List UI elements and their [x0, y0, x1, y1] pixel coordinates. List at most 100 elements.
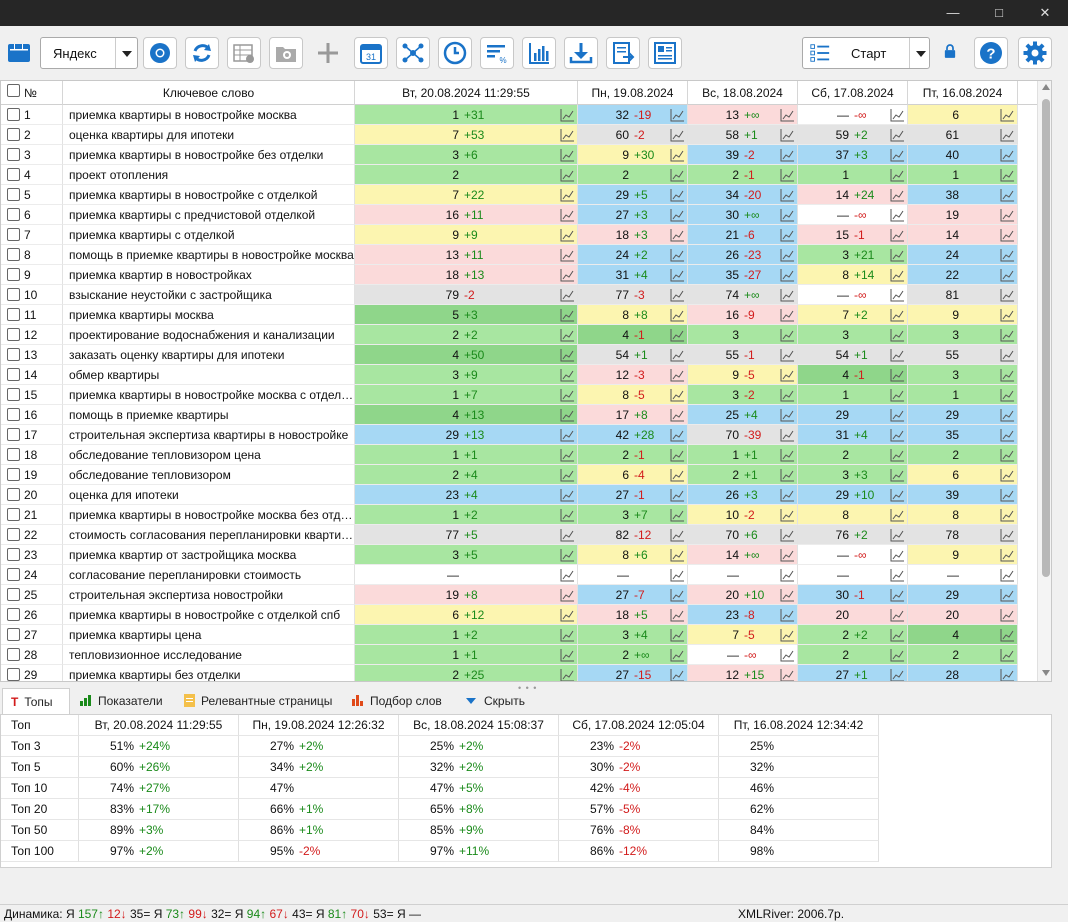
- chart-icon[interactable]: [670, 268, 684, 282]
- position-cell[interactable]: 2 +2: [798, 625, 908, 645]
- position-cell[interactable]: 39: [908, 485, 1018, 505]
- project-menu-icon[interactable]: [2, 37, 36, 69]
- table-row[interactable]: 26 приемка квартиры в новостройке с отдел…: [1, 605, 1018, 625]
- row-checkbox[interactable]: [7, 328, 20, 341]
- position-cell[interactable]: 55: [908, 345, 1018, 365]
- position-cell[interactable]: 35: [908, 425, 1018, 445]
- chart-icon[interactable]: [1000, 448, 1014, 462]
- position-cell[interactable]: 13 +∞: [688, 105, 798, 125]
- position-cell[interactable]: 55 -1: [688, 345, 798, 365]
- chart-icon[interactable]: [890, 368, 904, 382]
- position-cell[interactable]: 77 +5: [355, 525, 578, 545]
- position-cell[interactable]: 27 -7: [578, 585, 688, 605]
- chart-icon[interactable]: [1000, 128, 1014, 142]
- table-row[interactable]: 27 приемка квартиры цена 1 +2 3 +4 7 -5 2 +2 4: [1, 625, 1018, 645]
- position-cell[interactable]: 23 +4: [355, 485, 578, 505]
- chart-icon[interactable]: [890, 228, 904, 242]
- position-cell[interactable]: 3 +3: [798, 465, 908, 485]
- chart-icon[interactable]: [670, 188, 684, 202]
- chart-icon[interactable]: [890, 448, 904, 462]
- chart-icon[interactable]: [780, 108, 794, 122]
- tab-hide[interactable]: Скрыть: [458, 688, 538, 714]
- position-cell[interactable]: 3: [688, 325, 798, 345]
- position-cell[interactable]: 76 +2: [798, 525, 908, 545]
- chart-icon[interactable]: [560, 548, 574, 562]
- help-icon[interactable]: ?: [974, 37, 1008, 69]
- position-cell[interactable]: 32 -19: [578, 105, 688, 125]
- position-cell[interactable]: 4 -1: [798, 365, 908, 385]
- row-checkbox[interactable]: [7, 108, 20, 121]
- row-checkbox[interactable]: [7, 508, 20, 521]
- position-cell[interactable]: 3: [908, 325, 1018, 345]
- chart-icon[interactable]: [1000, 468, 1014, 482]
- table-row[interactable]: 15 приемка квартиры в новостройке москва …: [1, 385, 1018, 405]
- position-cell[interactable]: 12 +15: [688, 665, 798, 681]
- chart-icon[interactable]: [1000, 388, 1014, 402]
- table-row[interactable]: 19 обследование тепловизором 2 +4 6 -4 2 +1 3 +3 6: [1, 465, 1018, 485]
- position-cell[interactable]: 2: [798, 645, 908, 665]
- position-cell[interactable]: 42 +28: [578, 425, 688, 445]
- chart-icon[interactable]: [1000, 348, 1014, 362]
- chart-icon[interactable]: [560, 428, 574, 442]
- chart-icon[interactable]: [780, 308, 794, 322]
- table-row[interactable]: 4 проект отопления 2 2 2 -1 1 1: [1, 165, 1018, 185]
- position-cell[interactable]: 18 +13: [355, 265, 578, 285]
- position-cell[interactable]: 3 +21: [798, 245, 908, 265]
- table-row[interactable]: 29 приемка квартиры без отделки 2 +25 27 -15 1…: [1, 665, 1018, 681]
- chart-icon[interactable]: [780, 168, 794, 182]
- position-cell[interactable]: 1: [798, 385, 908, 405]
- table-row[interactable]: 10 взыскание неустойки с застройщика 79 -2 7…: [1, 285, 1018, 305]
- position-cell[interactable]: 9: [908, 545, 1018, 565]
- chart-icon[interactable]: [1000, 528, 1014, 542]
- row-checkbox[interactable]: [7, 368, 20, 381]
- position-cell[interactable]: 3 +5: [355, 545, 578, 565]
- chart-icon[interactable]: [1000, 188, 1014, 202]
- chart-icon[interactable]: [670, 508, 684, 522]
- position-cell[interactable]: 39 -2: [688, 145, 798, 165]
- row-checkbox[interactable]: [7, 308, 20, 321]
- chart-icon[interactable]: [560, 608, 574, 622]
- position-cell[interactable]: 29: [908, 405, 1018, 425]
- header-date-4[interactable]: Сб, 17.08.2024: [798, 81, 908, 105]
- chart-icon[interactable]: [780, 588, 794, 602]
- chart-icon[interactable]: [670, 388, 684, 402]
- position-cell[interactable]: 2: [908, 445, 1018, 465]
- chart-icon[interactable]: [780, 608, 794, 622]
- position-cell[interactable]: 3 -2: [688, 385, 798, 405]
- position-cell[interactable]: 12 -3: [578, 365, 688, 385]
- chart-icon[interactable]: [560, 188, 574, 202]
- chart-icon[interactable]: [780, 228, 794, 242]
- position-cell[interactable]: 28: [908, 665, 1018, 681]
- gear-icon[interactable]: [1018, 37, 1052, 69]
- calendar-icon[interactable]: 31: [354, 37, 388, 69]
- chart-icon[interactable]: [670, 668, 684, 681]
- position-cell[interactable]: — -∞: [798, 545, 908, 565]
- position-cell[interactable]: 7 +2: [798, 305, 908, 325]
- export-icon[interactable]: [606, 37, 640, 69]
- position-cell[interactable]: 2 +4: [355, 465, 578, 485]
- row-checkbox[interactable]: [7, 168, 20, 181]
- chart-icon[interactable]: [560, 568, 574, 582]
- chart-icon[interactable]: [890, 488, 904, 502]
- position-cell[interactable]: 4 +50: [355, 345, 578, 365]
- position-cell[interactable]: 6 -4: [578, 465, 688, 485]
- position-cell[interactable]: —: [688, 565, 798, 585]
- position-cell[interactable]: 1 +31: [355, 105, 578, 125]
- position-cell[interactable]: 14 +24: [798, 185, 908, 205]
- position-cell[interactable]: 24: [908, 245, 1018, 265]
- position-cell[interactable]: 9 +9: [355, 225, 578, 245]
- header-date-1[interactable]: Вт, 20.08.2024 11:29:55: [355, 81, 578, 105]
- chart-icon[interactable]: [890, 188, 904, 202]
- chart-icon[interactable]: [670, 368, 684, 382]
- table-row[interactable]: 8 помощь в приемке квартиры в новостройке…: [1, 245, 1018, 265]
- table-row[interactable]: 6 приемка квартиры с предчистовой отделко…: [1, 205, 1018, 225]
- position-cell[interactable]: 14: [908, 225, 1018, 245]
- chart-icon[interactable]: [670, 528, 684, 542]
- position-cell[interactable]: —: [578, 565, 688, 585]
- position-cell[interactable]: 6: [908, 105, 1018, 125]
- row-checkbox[interactable]: [7, 268, 20, 281]
- chart-icon[interactable]: [560, 588, 574, 602]
- table-row[interactable]: 17 строительная экспертиза квартиры в нов…: [1, 425, 1018, 445]
- chart-icon[interactable]: [670, 588, 684, 602]
- position-cell[interactable]: 20: [908, 605, 1018, 625]
